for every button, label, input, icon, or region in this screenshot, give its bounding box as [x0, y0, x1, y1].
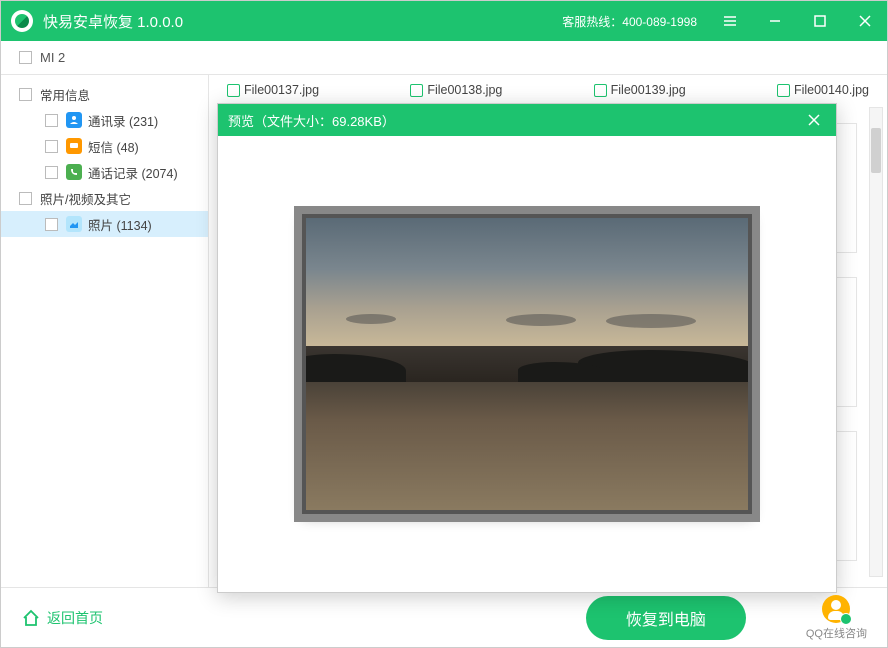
file-name: File00138.jpg [427, 83, 502, 97]
item-label: 照片 (1134) [88, 215, 152, 234]
file-checkbox[interactable] [410, 84, 423, 97]
group-checkbox[interactable] [19, 88, 32, 101]
preview-header[interactable]: 预览（文件大小：69.28KB） [218, 104, 836, 136]
sidebar: 常用信息 通讯录 (231) 短信 (48) 通话记录 (2074) 照片/视频… [1, 75, 209, 587]
item-label: 通讯录 (231) [88, 111, 158, 130]
preview-close-button[interactable] [802, 108, 826, 132]
file-item[interactable]: File00140.jpg [777, 83, 869, 97]
file-item[interactable]: File00138.jpg [410, 83, 502, 97]
file-item[interactable]: File00139.jpg [594, 83, 686, 97]
file-name: File00140.jpg [794, 83, 869, 97]
sidebar-item-sms[interactable]: 短信 (48) [1, 133, 208, 159]
item-checkbox[interactable] [45, 140, 58, 153]
device-toolbar: MI 2 [1, 41, 887, 75]
group-label: 常用信息 [40, 85, 90, 104]
preview-body [218, 136, 836, 592]
item-checkbox[interactable] [45, 218, 58, 231]
qq-support-button[interactable]: QQ在线咨询 [806, 595, 867, 641]
recover-button[interactable]: 恢复到电脑 [586, 596, 746, 640]
back-home-button[interactable]: 返回首页 [21, 608, 103, 628]
file-checkbox[interactable] [777, 84, 790, 97]
file-name: File00137.jpg [244, 83, 319, 97]
qq-icon [822, 595, 850, 623]
sidebar-group-common[interactable]: 常用信息 [1, 81, 208, 107]
app-title: 快易安卓恢复 1.0.0.0 [43, 11, 562, 32]
group-checkbox[interactable] [19, 192, 32, 205]
preview-image [306, 218, 748, 510]
preview-title: 预览（文件大小：69.28KB） [228, 111, 395, 130]
item-label: 通话记录 (2074) [88, 163, 178, 182]
file-name: File00139.jpg [611, 83, 686, 97]
scrollbar[interactable] [869, 107, 883, 577]
bottombar: 返回首页 恢复到电脑 QQ在线咨询 [1, 587, 887, 647]
device-checkbox[interactable] [19, 51, 32, 64]
titlebar: 快易安卓恢复 1.0.0.0 客服热线：400-089-1998 [1, 1, 887, 41]
sidebar-group-media[interactable]: 照片/视频及其它 [1, 185, 208, 211]
preview-frame [302, 214, 752, 514]
app-logo [11, 10, 33, 32]
back-home-label: 返回首页 [47, 608, 103, 628]
content-area: File00137.jpg File00138.jpg File00139.jp… [209, 75, 887, 587]
contacts-icon [66, 112, 82, 128]
file-item[interactable]: File00137.jpg [227, 83, 319, 97]
scrollbar-thumb[interactable] [871, 128, 881, 173]
calllog-icon [66, 164, 82, 180]
file-checkbox[interactable] [594, 84, 607, 97]
qq-label: QQ在线咨询 [806, 625, 867, 641]
hotline-label: 客服热线：400-089-1998 [562, 13, 697, 30]
photo-icon [66, 216, 82, 232]
file-header-row: File00137.jpg File00138.jpg File00139.jp… [227, 83, 869, 97]
sidebar-item-contacts[interactable]: 通讯录 (231) [1, 107, 208, 133]
home-icon [21, 608, 41, 628]
item-checkbox[interactable] [45, 166, 58, 179]
group-label: 照片/视频及其它 [40, 189, 131, 208]
minimize-button[interactable] [752, 1, 797, 41]
item-checkbox[interactable] [45, 114, 58, 127]
file-checkbox[interactable] [227, 84, 240, 97]
preview-modal: 预览（文件大小：69.28KB） [217, 103, 837, 593]
sms-icon [66, 138, 82, 154]
sidebar-item-photo[interactable]: 照片 (1134) [1, 211, 208, 237]
item-label: 短信 (48) [88, 137, 139, 156]
sidebar-item-calllog[interactable]: 通话记录 (2074) [1, 159, 208, 185]
device-label: MI 2 [40, 50, 65, 65]
menu-button[interactable] [707, 1, 752, 41]
close-button[interactable] [842, 1, 887, 41]
maximize-button[interactable] [797, 1, 842, 41]
